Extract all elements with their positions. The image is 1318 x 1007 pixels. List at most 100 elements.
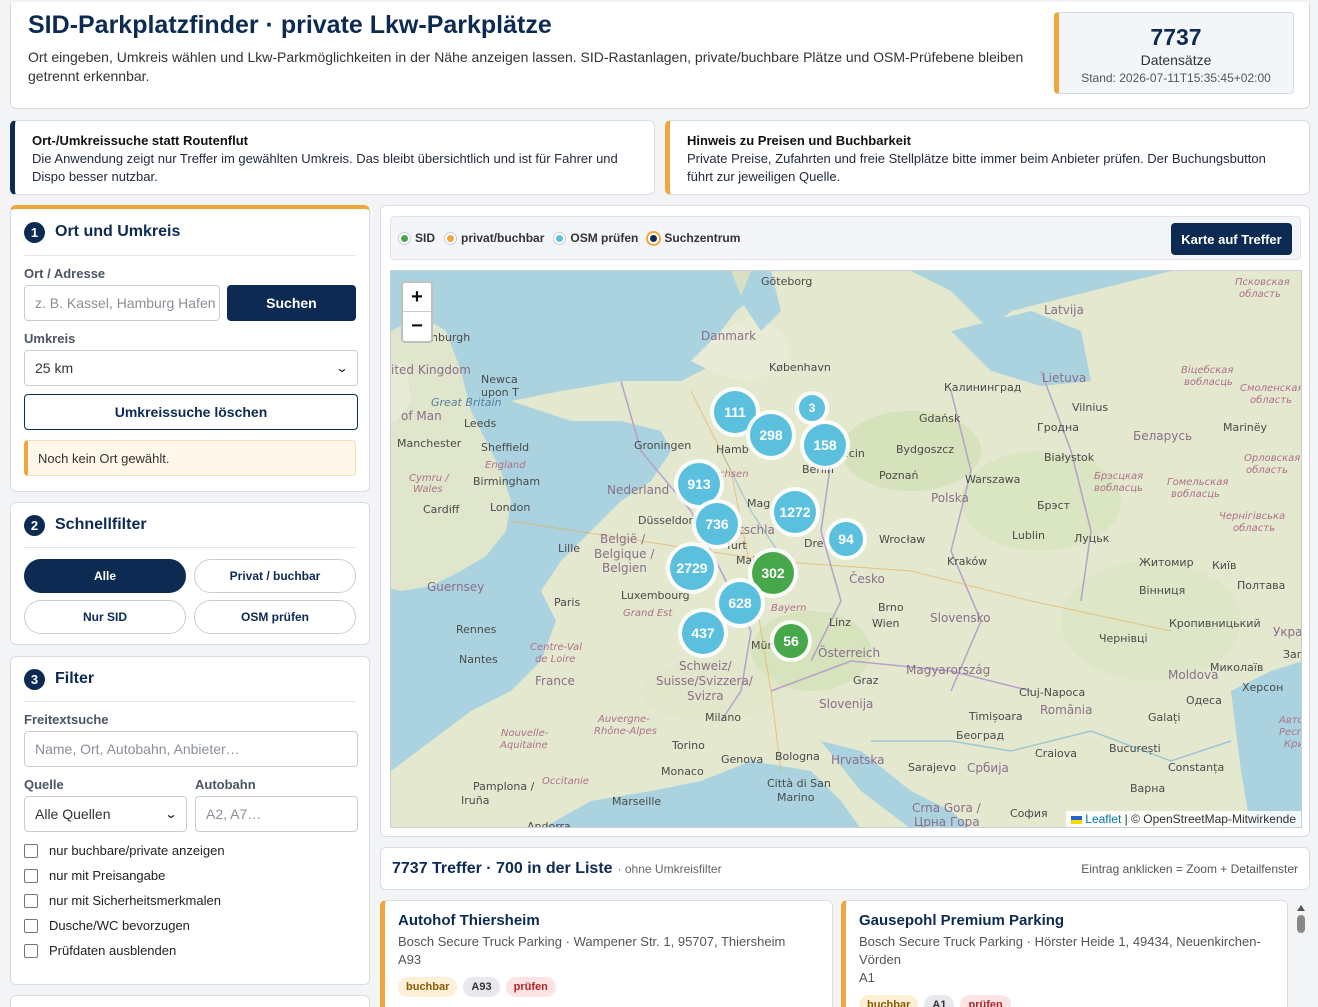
map-label: область [1246,465,1289,476]
map-cluster[interactable]: 2729 [670,546,714,590]
checkbox-hide-review[interactable]: Prüfdaten ausblenden [24,938,356,963]
map-cluster[interactable]: 913 [678,463,720,505]
map-label: Житомир [1139,556,1194,569]
checkbox-label: nur mit Preisangabe [49,868,166,883]
checkbox[interactable] [24,943,38,958]
map-label: Херсон [1242,681,1284,694]
checkbox[interactable] [24,843,38,858]
map-cluster[interactable]: 628 [719,582,761,624]
map-label: Смоленская [1240,383,1302,394]
radius-select[interactable]: 25 km ⌄ [24,350,358,386]
map-label: Marseille [612,795,662,808]
scroll-thumb[interactable] [1297,915,1305,933]
map-label: Гомельская [1167,477,1229,488]
leaflet-link[interactable]: Leaflet [1085,812,1121,826]
map-label: Milano [705,711,742,724]
map-label: Monaco [661,765,704,778]
info-box-text: Die Anwendung zeigt nur Treffer im gewäh… [32,151,618,184]
map-cluster[interactable]: 94 [829,522,863,556]
checkbox[interactable] [24,893,38,908]
map-label: Респуб [1279,727,1301,738]
map-label: Iruña [461,794,490,807]
zoom-to-results-button[interactable]: Karte auf Treffer [1171,223,1292,255]
osm-attribution[interactable]: | © OpenStreetMap-Mitwirkende [1125,812,1296,826]
source-select[interactable]: Alle Quellen ⌄ [24,796,187,832]
map-cluster[interactable]: 56 [774,624,808,658]
source-label: Quelle [24,777,64,792]
map-label: Belgique / [594,547,655,561]
map-cluster[interactable]: 158 [804,424,846,466]
checkbox-shower[interactable]: Dusche/WC bevorzugen [24,913,356,938]
quickfilter-sid[interactable]: Nur SID [24,600,186,634]
checkbox[interactable] [24,868,38,883]
map-label: Варна [1130,782,1166,795]
results-count: 7737 Treffer · 700 in der Liste [392,859,613,877]
freetext-input[interactable]: Name, Ort, Autobahn, Anbieter… [24,731,358,767]
map-cluster[interactable]: 3 [799,395,825,421]
quickfilter-osm[interactable]: OSM prüfen [194,600,356,634]
checkbox-bookable[interactable]: nur buchbare/private anzeigen [24,838,356,863]
panel-title: Filter [55,670,95,687]
step-number: 3 [24,668,45,690]
panel-header: 2 Schnellfilter [24,503,356,548]
map-label: Полтава [1237,579,1286,592]
map-cluster[interactable]: 1272 [774,491,816,533]
map-label: Centre-Val [530,642,582,653]
motorway-input[interactable]: A2, A7… [195,796,358,832]
legend-label: privat/buchbar [461,231,545,245]
checkbox[interactable] [24,918,38,933]
map-cluster[interactable]: 437 [682,612,724,654]
map-label: Віцебская [1181,365,1234,376]
map-label: Псковская [1235,277,1290,288]
map-view[interactable]: Göteborg Danmark København ited Kingdom … [390,270,1302,828]
map-label: Svizra [687,689,724,703]
search-button[interactable]: Suchen [226,285,356,321]
clear-radius-button[interactable]: Umkreissuche löschen [24,394,358,430]
map-label: область [1239,289,1282,300]
map-cluster[interactable]: 298 [750,414,792,456]
map-label: Česko [849,572,885,586]
map-label: of Man [401,409,442,423]
tag-review: prüfen [960,995,1011,1007]
map-label: Кропивницький [1169,617,1261,630]
map-attribution: Leaflet | © OpenStreetMap-Mitwirkende [1066,811,1301,827]
map-label: Marino [777,791,815,804]
map-label: Groningen [634,439,692,452]
stats-count: 7737 [1150,24,1202,50]
map-cluster[interactable]: 111 [714,391,756,433]
checkbox-price[interactable]: nur mit Preisangabe [24,863,356,888]
result-card[interactable]: Gausepohl Premium Parking Bosch Secure T… [841,900,1288,1007]
motorway-label: Autobahn [195,777,256,792]
tag-road: A93 [463,977,500,997]
map-label: Брэст [1037,499,1071,512]
zoom-in-button[interactable]: + [403,283,431,312]
map-label: вобласць [1094,483,1143,494]
results-filter-note: · ohne Umkreisfilter [617,861,722,876]
quickfilter-all[interactable]: Alle [24,559,186,593]
quickfilter-private[interactable]: Privat / buchbar [194,559,356,593]
scroll-up-arrow-icon[interactable] [1297,905,1305,911]
map-label: Hamb [716,443,749,456]
panel-header: 1 Ort und Umkreis [24,209,356,256]
map-label: Орловская [1244,453,1301,464]
results-scrollbar[interactable] [1296,902,1306,1007]
legend-item-sid: SID [399,231,435,245]
result-road: A93 [398,952,422,967]
map-label: Bydgoszcz [896,443,955,456]
map-label: Linz [829,616,851,629]
map-label: Belgien [602,561,647,575]
legend-item-osm: OSM prüfen [554,231,638,245]
tag-bookable: buchbar [859,995,919,1007]
map-cluster[interactable]: 736 [696,503,738,545]
map-cluster[interactable]: 302 [752,552,794,594]
legend-label: SID [415,231,436,245]
results-hint: Eintrag anklicken = Zoom + Detailfenster [1081,861,1298,876]
map-label: Guernsey [427,580,485,594]
result-card[interactable]: Autohof Thiersheim Bosch Secure Truck Pa… [380,900,833,1007]
checkbox-security[interactable]: nur mit Sicherheitsmerkmalen [24,888,356,913]
zoom-out-button[interactable]: − [403,312,431,341]
map-label: Чернігівська [1219,511,1286,522]
map-card: SID privat/buchbar OSM prüfen Suchzentru… [380,205,1310,837]
map-label: de Loire [535,654,576,665]
address-input[interactable]: z. B. Kassel, Hamburg Hafen [24,285,220,321]
